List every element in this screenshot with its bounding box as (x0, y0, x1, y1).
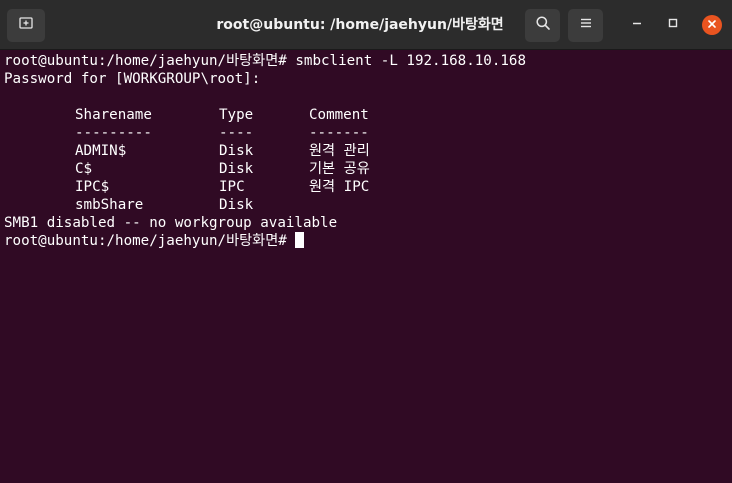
share-name: C$ (75, 161, 93, 177)
share-row: IPC$ IPC 원격 IPC (4, 178, 728, 196)
menu-button[interactable] (568, 9, 603, 42)
separator-comment: ------- (309, 125, 369, 141)
share-type: IPC (219, 179, 245, 195)
search-button[interactable] (525, 9, 560, 42)
share-table-separator: --------- ---- ------- (4, 124, 728, 142)
minimize-icon (631, 16, 643, 34)
terminal-scrollbar[interactable] (728, 50, 732, 483)
close-button[interactable] (702, 15, 722, 35)
header-comment: Comment (309, 107, 369, 123)
share-row: ADMIN$ Disk 원격 관리 (4, 142, 728, 160)
share-comment: 기본 공유 (309, 161, 370, 177)
share-name: ADMIN$ (75, 143, 127, 159)
header-sharename: Sharename (75, 107, 152, 123)
prompt-text: root@ubuntu:/home/jaehyun/바탕화면# (4, 233, 296, 249)
password-prompt: Password for [WORKGROUP\root]: (4, 71, 261, 87)
terminal-output[interactable]: root@ubuntu:/home/jaehyun/바탕화면# smbclien… (4, 52, 728, 478)
share-comment: 원격 관리 (309, 143, 370, 159)
terminal-window: root@ubuntu: /home/jaehyun/바탕화면 root@ubu… (0, 0, 732, 483)
share-row: C$ Disk 기본 공유 (4, 160, 728, 178)
separator-sharename: --------- (75, 125, 152, 141)
maximize-button[interactable] (663, 15, 683, 35)
separator-type: ---- (219, 125, 254, 141)
share-type: Disk (219, 197, 254, 213)
minimize-button[interactable] (627, 15, 647, 35)
status-line: SMB1 disabled -- no workgroup available (4, 215, 338, 231)
new-tab-button[interactable] (7, 9, 45, 42)
share-type: Disk (219, 143, 254, 159)
prompt-line[interactable]: root@ubuntu:/home/jaehyun/바탕화면# (4, 232, 728, 250)
new-tab-icon (18, 15, 34, 36)
share-table-header: Sharename Type Comment (4, 106, 728, 124)
command-line: root@ubuntu:/home/jaehyun/바탕화면# smbclien… (4, 53, 526, 69)
close-icon (707, 16, 717, 34)
share-type: Disk (219, 161, 254, 177)
window-title: root@ubuntu: /home/jaehyun/바탕화면 (216, 17, 504, 33)
share-name: IPC$ (75, 179, 110, 195)
share-row: smbShare Disk (4, 196, 728, 214)
search-icon (535, 15, 551, 36)
header-type: Type (219, 107, 254, 123)
maximize-icon (667, 16, 679, 34)
title-bar[interactable]: root@ubuntu: /home/jaehyun/바탕화면 (0, 0, 732, 50)
text-cursor (295, 232, 305, 248)
hamburger-menu-icon (579, 16, 593, 35)
share-name: smbShare (75, 197, 144, 213)
share-comment: 원격 IPC (309, 179, 370, 195)
